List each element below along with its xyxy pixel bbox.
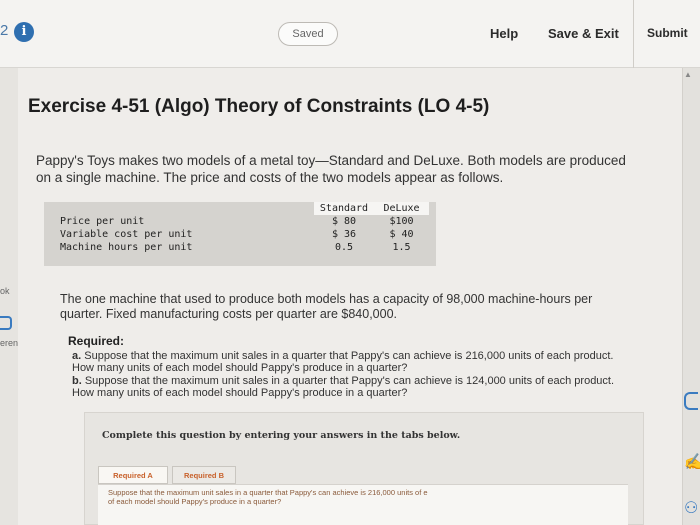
left-sidebar [0, 68, 18, 525]
cell-deluxe: $100 [389, 216, 414, 227]
required-a: a. Suppose that the maximum unit sales i… [72, 350, 632, 375]
tab-required-b[interactable]: Required B [172, 466, 236, 484]
required-heading: Required: [68, 334, 125, 348]
top-bar: 2 i Saved Help Save & Exit Submit [0, 0, 700, 68]
help-button[interactable]: Help [490, 26, 518, 41]
cell-standard: $ 80 [331, 216, 357, 227]
row-label: Variable cost per unit [60, 229, 193, 240]
bracket-icon[interactable] [684, 392, 698, 410]
required-b: b. Suppose that the maximum unit sales i… [72, 375, 632, 400]
submit-button[interactable]: Submit [647, 26, 688, 40]
cost-table: Standard DeLuxe Price per unit $ 80 $100… [44, 202, 436, 266]
column-header-deluxe: DeLuxe [374, 202, 429, 215]
table-header-blank [44, 202, 314, 215]
required-a-marker: a. [72, 350, 82, 362]
table-row: Variable cost per unit $ 36 $ 40 [44, 228, 429, 241]
row-label: Price per unit [60, 216, 145, 227]
exercise-title: Exercise 4-51 (Algo) Theory of Constrain… [28, 96, 490, 117]
tab-question-line-2: of each model should Pappy's produce in … [108, 497, 282, 506]
required-b-text: Suppose that the maximum unit sales in a… [72, 374, 615, 399]
references-icon[interactable] [0, 316, 12, 330]
saved-status-badge: Saved [278, 22, 338, 46]
table-row: Machine hours per unit 0.5 1.5 [44, 241, 429, 254]
cell-deluxe: 1.5 [392, 242, 411, 253]
scroll-up-icon[interactable]: ▲ [684, 70, 692, 79]
cell-deluxe: $ 40 [389, 229, 414, 240]
tab-required-a[interactable]: Required A [98, 466, 168, 484]
cell-standard: 0.5 [334, 242, 354, 253]
row-label: Machine hours per unit [60, 242, 193, 253]
table-row: Price per unit $ 80 $100 [44, 215, 429, 228]
tabs-instruction: Complete this question by entering your … [102, 430, 461, 441]
people-icon[interactable]: ⚇ [684, 498, 698, 518]
exercise-intro: Pappy's Toys makes two models of a metal… [36, 153, 626, 185]
question-number[interactable]: 2 [0, 22, 8, 39]
save-exit-button[interactable]: Save & Exit [548, 26, 619, 41]
header-divider [633, 0, 634, 68]
required-list: a. Suppose that the maximum unit sales i… [72, 350, 632, 399]
required-b-marker: b. [72, 374, 82, 387]
sidebar-item-ebook[interactable]: ok [0, 286, 10, 296]
cell-standard: $ 36 [331, 229, 357, 240]
info-icon[interactable]: i [14, 22, 34, 42]
required-a-text: Suppose that the maximum unit sales in a… [72, 350, 614, 375]
tab-question-line-1: Suppose that the maximum unit sales in a… [108, 488, 428, 497]
capacity-text: The one machine that used to produce bot… [60, 292, 593, 321]
column-header-standard: Standard [314, 202, 374, 215]
tab-question-text: Suppose that the maximum unit sales in a… [108, 488, 628, 506]
handwriting-icon[interactable]: ✍ [684, 452, 700, 472]
